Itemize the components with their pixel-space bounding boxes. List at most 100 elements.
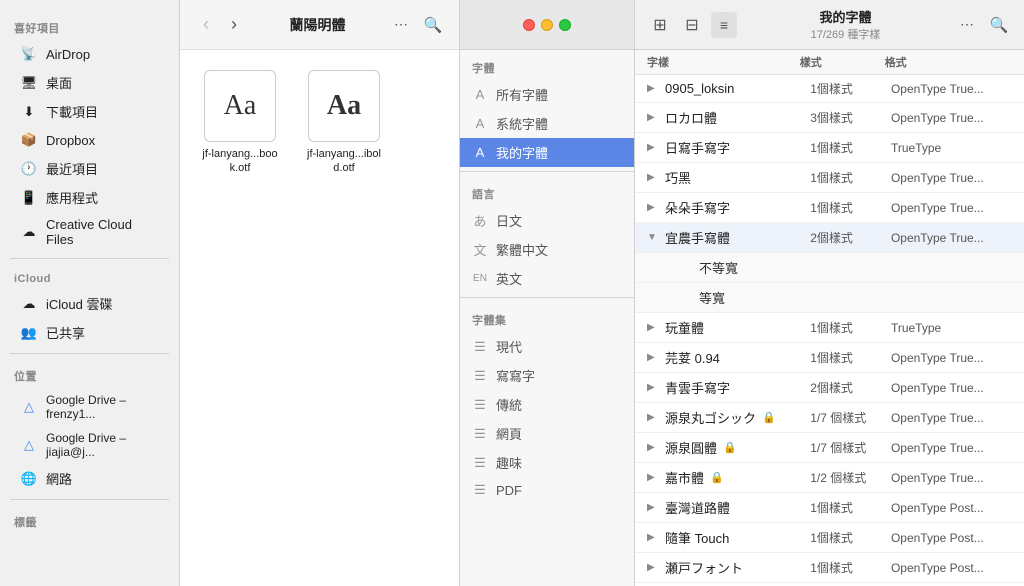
table-row[interactable]: ▶ 朵朵手寫字 1個樣式 OpenType True... [635,193,1024,223]
sidebar-item-network[interactable]: 🌐 網路 [6,465,173,492]
font-name: 嘉市體 🔒 [665,468,810,487]
table-row[interactable]: ▶ 隨筆 Touch 1個樣式 OpenType Post... [635,523,1024,553]
maximize-button[interactable] [559,19,571,31]
font-style: 3個樣式 [810,109,891,126]
sidebar-item-downloads[interactable]: ⬇ 下載項目 [6,98,173,125]
minimize-button[interactable] [541,19,553,31]
table-row[interactable]: ▶ 日寫手寫字 1個樣式 TrueType [635,133,1024,163]
font-style: 1個樣式 [810,529,891,546]
google-drive2-icon: △ [20,436,38,454]
fontbook-item-modern[interactable]: ☰ 現代 [460,332,634,361]
file-item-book[interactable]: Aa jf-lanyang...book.otf [200,70,280,176]
font-name: 源泉丸ゴシック 🔒 [665,408,810,427]
sidebar-item-label: Creative Cloud Files [46,217,159,247]
table-row[interactable]: ▶ 源泉丸ゴシック 🔒 1/7 個樣式 OpenType True... [635,403,1024,433]
close-button[interactable] [523,19,535,31]
col-header-font: 字樣 [647,54,800,70]
sidebar-item-label: Google Drive – frenzy1... [46,393,159,421]
table-row-sub[interactable]: 不等寬 [635,253,1024,283]
grid-view-button[interactable]: ⊞ [647,12,673,38]
fontbook-item-web[interactable]: ☰ 網頁 [460,419,634,448]
fontbook-item-label: 傳統 [496,395,522,414]
col-header-style: 樣式 [800,54,885,70]
fontbook-item-label: 所有字體 [496,85,548,104]
fontbook-item-english[interactable]: EN 英文 [460,264,634,293]
font-format: TrueType [891,141,1012,155]
font-format: OpenType True... [891,411,1012,425]
table-row-sub[interactable]: 等寬 [635,283,1024,313]
fontbook-item-fun[interactable]: ☰ 趣味 [460,448,634,477]
more-actions-button[interactable]: ⋯ [954,12,980,38]
sidebar-item-google2[interactable]: △ Google Drive – jiajia@j... [6,427,173,463]
english-icon: EN [472,271,488,287]
forward-button[interactable]: › [220,11,248,39]
list-view-button[interactable]: ≡ [711,12,737,38]
sidebar-item-airdrop[interactable]: 📡 AirDrop [6,41,173,67]
fontbook-item-pdf[interactable]: ☰ PDF [460,477,634,503]
table-row[interactable]: ▶ ロカロ體 3個樣式 OpenType True... [635,103,1024,133]
file-item-bold[interactable]: Aa jf-lanyang...ibold.otf [304,70,384,176]
chevron-right-icon: ▶ [647,382,661,393]
fontbook-search-button[interactable]: 🔍 [986,12,1012,38]
fontbook-item-my-fonts[interactable]: A 我的字體 [460,138,634,167]
sidebar-item-label: 應用程式 [46,188,98,207]
fontbook-item-system-fonts[interactable]: A 系統字體 [460,109,634,138]
fontbook-item-traditional[interactable]: ☰ 傳統 [460,390,634,419]
table-row[interactable]: ▼ 宜農手寫體 2個樣式 OpenType True... [635,223,1024,253]
sidebar-item-label: AirDrop [46,47,90,62]
chevron-down-icon: ▼ [647,232,661,243]
search-button[interactable]: 🔍 [419,11,447,39]
fontbook-item-handwriting[interactable]: ☰ 寫寫字 [460,361,634,390]
font-format: OpenType True... [891,351,1012,365]
table-row[interactable]: ▶ 臺灣道路體 1個樣式 OpenType Post... [635,493,1024,523]
font-name: 0905_loksin [665,81,810,96]
font-name: 朵朵手寫字 [665,198,810,217]
fontbook-item-label: 英文 [496,269,522,288]
sidebar-item-desktop[interactable]: 🖥 桌面 [6,69,173,96]
chevron-right-icon: ▶ [647,172,661,183]
fontbook-item-traditional-chinese[interactable]: 文 繁體中文 [460,235,634,264]
chevron-right-icon: ▶ [647,442,661,453]
fontbook-header-left-actions: ⊞ ⊟ ≡ [647,12,737,38]
font-style: 1/7 個樣式 [810,439,891,456]
columns-view-button[interactable]: ⊟ [679,12,705,38]
fontbook-section-language: 語言 [460,176,634,206]
table-row[interactable]: ▶ 玩童體 1個樣式 TrueType [635,313,1024,343]
sidebar-item-icloud-drive[interactable]: ☁ iCloud 雲碟 [6,290,173,317]
font-sub-name: 等寬 [685,288,830,307]
font-style: 1個樣式 [810,499,891,516]
chevron-right-icon: ▶ [647,322,661,333]
chevron-right-icon: ▶ [647,502,661,513]
fontbook-item-all-fonts[interactable]: A 所有字體 [460,80,634,109]
table-row[interactable]: ▶ 芫荽 0.94 1個樣式 OpenType True... [635,343,1024,373]
font-style: 1個樣式 [810,349,891,366]
sidebar-item-apps[interactable]: 📱 應用程式 [6,184,173,211]
font-style: 1/7 個樣式 [810,409,891,426]
lock-icon: 🔒 [710,471,724,484]
fontbook-item-label: 寫寫字 [496,366,535,385]
font-format: TrueType [891,321,1012,335]
sidebar-section-icloud: iCloud [0,265,179,289]
fontbook-item-japanese[interactable]: あ 日文 [460,206,634,235]
sidebar: 喜好項目 📡 AirDrop 🖥 桌面 ⬇ 下載項目 📦 Dropbox 🕐 最… [0,0,180,586]
more-options-button[interactable]: ⋯ [387,11,415,39]
table-row[interactable]: ▶ 青雲手寫字 2個樣式 OpenType True... [635,373,1024,403]
sidebar-item-creative-cloud[interactable]: ☁ Creative Cloud Files [6,213,173,251]
sidebar-item-label: 下載項目 [46,102,98,121]
sidebar-item-shared[interactable]: 👥 已共享 [6,319,173,346]
font-name: 巧黑 [665,168,810,187]
sidebar-item-recent[interactable]: 🕐 最近項目 [6,155,173,182]
chevron-right-icon: ▶ [647,412,661,423]
font-style: 1個樣式 [810,169,891,186]
table-row[interactable]: ▶ 源泉圓體 🔒 1/7 個樣式 OpenType True... [635,433,1024,463]
table-row[interactable]: ▶ 巧黑 1個樣式 OpenType True... [635,163,1024,193]
chevron-right-icon: ▶ [647,352,661,363]
back-button[interactable]: ‹ [192,11,220,39]
table-row[interactable]: ▶ 0905_loksin 1個樣式 OpenType True... [635,75,1024,103]
sidebar-item-google1[interactable]: △ Google Drive – frenzy1... [6,389,173,425]
sidebar-item-dropbox[interactable]: 📦 Dropbox [6,127,173,153]
table-row[interactable]: ▶ 嘉市體 🔒 1/2 個樣式 OpenType True... [635,463,1024,493]
chevron-right-icon: ▶ [647,202,661,213]
font-name: 隨筆 Touch [665,528,810,547]
table-row[interactable]: ▶ 瀬戸フォント 1個樣式 OpenType Post... [635,553,1024,583]
